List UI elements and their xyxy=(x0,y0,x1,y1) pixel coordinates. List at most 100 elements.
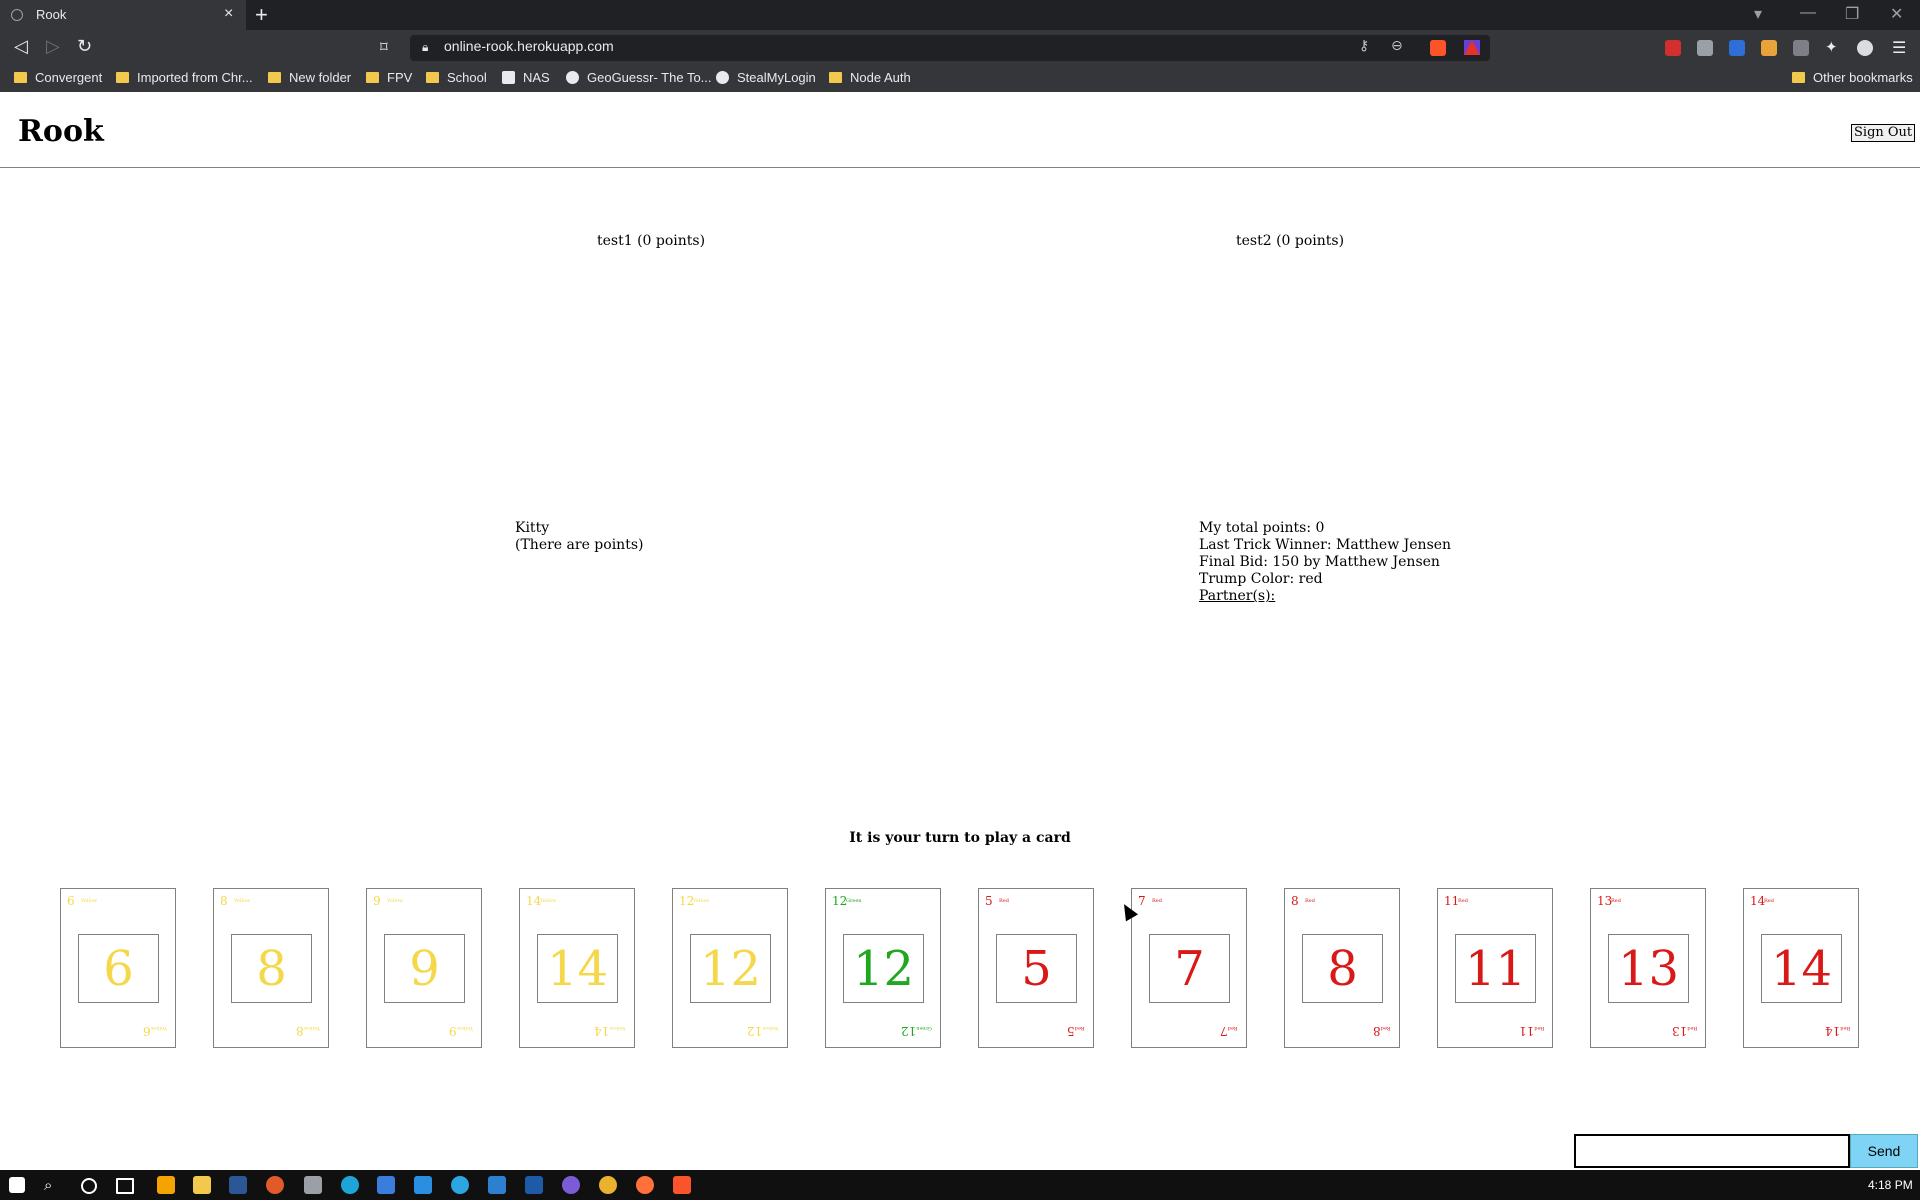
profile-avatar-icon[interactable] xyxy=(1857,40,1873,56)
sign-out-button[interactable]: Sign Out xyxy=(1851,124,1916,142)
taskbar-app-icon[interactable] xyxy=(266,1176,284,1194)
cortana-icon[interactable] xyxy=(81,1178,97,1194)
edge-icon[interactable] xyxy=(341,1176,359,1194)
bookmark-convergent[interactable]: Convergent xyxy=(14,70,102,85)
close-window-icon[interactable]: ✕ xyxy=(1890,4,1903,24)
card[interactable]: 13 Red 13 Red13 xyxy=(1590,888,1706,1048)
bookmark-icon[interactable]: ⌑ xyxy=(380,38,388,56)
card[interactable]: 7 Red 7 Red7 xyxy=(1131,888,1247,1048)
back-icon[interactable]: ◁ xyxy=(14,36,28,57)
trump-color: Trump Color: red xyxy=(1199,571,1323,587)
extension-eye-icon[interactable] xyxy=(1793,40,1809,56)
card[interactable]: 14 Yellow 14 Yellow14 xyxy=(519,888,635,1048)
bookmark-new-folder[interactable]: New folder xyxy=(268,70,351,85)
card-face-number: 11 xyxy=(1455,934,1536,1003)
bookmark-nas[interactable]: NAS xyxy=(502,70,550,85)
lock-icon: 🔒︎ xyxy=(422,40,429,54)
card-bottom-color: Yellow xyxy=(150,1025,167,1031)
task-view-icon[interactable] xyxy=(116,1178,134,1194)
globe-icon xyxy=(11,9,23,21)
card[interactable]: 8 Red 8 Red8 xyxy=(1284,888,1400,1048)
vscode-icon[interactable] xyxy=(414,1176,432,1194)
word-icon[interactable] xyxy=(229,1176,247,1194)
bookmark-label: Node Auth xyxy=(850,70,911,85)
tab-close-icon[interactable]: × xyxy=(224,5,233,23)
forward-icon[interactable]: ▷ xyxy=(46,36,60,57)
file-explorer-icon[interactable] xyxy=(193,1176,211,1194)
card-bottom-number: 7 xyxy=(1220,1024,1229,1038)
browser-tab[interactable]: Rook × xyxy=(0,0,246,30)
card[interactable]: 5 Red 5 Red5 xyxy=(978,888,1094,1048)
card-corner-color: Red xyxy=(999,898,1009,904)
extension-multicolor-icon[interactable] xyxy=(1761,40,1777,56)
bookmark-geoguessr[interactable]: GeoGuessr- The To... xyxy=(566,70,712,85)
bookmark-label: School xyxy=(447,70,487,85)
card-corner-color: Red xyxy=(1611,898,1621,904)
card[interactable]: 14 Red 14 Red14 xyxy=(1743,888,1859,1048)
taskbar-app-icon[interactable] xyxy=(525,1176,543,1194)
search-icon[interactable]: ⌕ xyxy=(44,1176,62,1194)
extension-gray-icon[interactable] xyxy=(1697,40,1713,56)
github-icon[interactable] xyxy=(562,1176,580,1194)
firefox-icon[interactable] xyxy=(636,1176,654,1194)
restore-icon[interactable]: ❐ xyxy=(1845,4,1859,24)
extension-red-icon[interactable] xyxy=(1665,40,1681,56)
folder-icon xyxy=(116,72,129,83)
kitty-label: Kitty xyxy=(515,520,550,536)
chrome-icon[interactable] xyxy=(599,1176,617,1194)
card-bottom-corner: Yellow6 xyxy=(143,1023,169,1042)
windows-start-icon[interactable] xyxy=(9,1177,25,1193)
taskbar-app-icon[interactable] xyxy=(157,1176,175,1194)
chat-input[interactable] xyxy=(1574,1134,1850,1168)
extension-blue-icon[interactable] xyxy=(1729,40,1745,56)
card-bottom-corner: Red13 xyxy=(1672,1023,1699,1042)
turn-message: It is your turn to play a card xyxy=(849,830,1071,846)
taskbar-clock[interactable]: 4:18 PM xyxy=(1868,1178,1913,1192)
card-face-number: 12 xyxy=(690,934,771,1003)
card-bottom-number: 5 xyxy=(1067,1024,1076,1038)
brave-icon[interactable] xyxy=(673,1176,691,1194)
bookmark-imported[interactable]: Imported from Chr... xyxy=(116,70,253,85)
zoom-icon[interactable]: ⊖ xyxy=(1391,38,1403,54)
synology-icon xyxy=(502,71,515,84)
card-face-number: 8 xyxy=(1302,934,1383,1003)
menu-icon[interactable]: ☰ xyxy=(1892,38,1906,57)
brave-rewards-icon[interactable] xyxy=(1464,40,1480,55)
card-bottom-number: 6 xyxy=(143,1024,151,1038)
tab-search-icon[interactable]: ▾ xyxy=(1754,4,1762,24)
folder-icon xyxy=(14,72,27,83)
partners-link[interactable]: Partner(s): xyxy=(1199,588,1451,605)
brave-shields-icon[interactable] xyxy=(1430,40,1446,56)
other-bookmarks[interactable]: Other bookmarks xyxy=(1792,70,1913,85)
taskbar-app-icon[interactable] xyxy=(377,1176,395,1194)
extensions-puzzle-icon[interactable]: ✦ xyxy=(1825,38,1841,56)
card-bottom-color: Red xyxy=(1381,1025,1391,1031)
bookmark-stealmylogin[interactable]: StealMyLogin xyxy=(716,70,816,85)
card-bottom-color: Red xyxy=(1075,1025,1085,1031)
url-text[interactable]: online-rook.herokuapp.com xyxy=(444,38,614,54)
send-button[interactable]: Send xyxy=(1850,1134,1918,1168)
card[interactable]: 6 Yellow 6 Yellow6 xyxy=(60,888,176,1048)
folder-icon xyxy=(1792,72,1805,83)
bookmark-fpv[interactable]: FPV xyxy=(366,70,412,85)
card[interactable]: 9 Yellow 9 Yellow9 xyxy=(366,888,482,1048)
key-icon[interactable]: ⚷ xyxy=(1359,38,1369,54)
minimize-icon[interactable]: — xyxy=(1800,4,1816,22)
card-bottom-number: 14 xyxy=(594,1024,610,1038)
card[interactable]: 12 Yellow 12 Yellow12 xyxy=(672,888,788,1048)
taskbar-app-icon[interactable] xyxy=(488,1176,506,1194)
card-corner-number: 8 xyxy=(1291,894,1299,908)
card-bottom-corner: Red14 xyxy=(1825,1023,1852,1042)
card[interactable]: 8 Yellow 8 Yellow8 xyxy=(213,888,329,1048)
taskbar-app-icon[interactable] xyxy=(304,1176,322,1194)
reload-icon[interactable]: ↻ xyxy=(77,36,92,57)
telegram-icon[interactable] xyxy=(451,1176,469,1194)
bookmark-school[interactable]: School xyxy=(426,70,487,85)
bookmark-label: Convergent xyxy=(35,70,103,85)
bookmark-node-auth[interactable]: Node Auth xyxy=(829,70,911,85)
globe-icon xyxy=(716,71,729,84)
new-tab-icon[interactable]: + xyxy=(255,2,268,28)
game-info: My total points: 0 Last Trick Winner: Ma… xyxy=(1199,520,1451,605)
card[interactable]: 11 Red 11 Red11 xyxy=(1437,888,1553,1048)
card[interactable]: 12 Green 12 Green12 xyxy=(825,888,941,1048)
